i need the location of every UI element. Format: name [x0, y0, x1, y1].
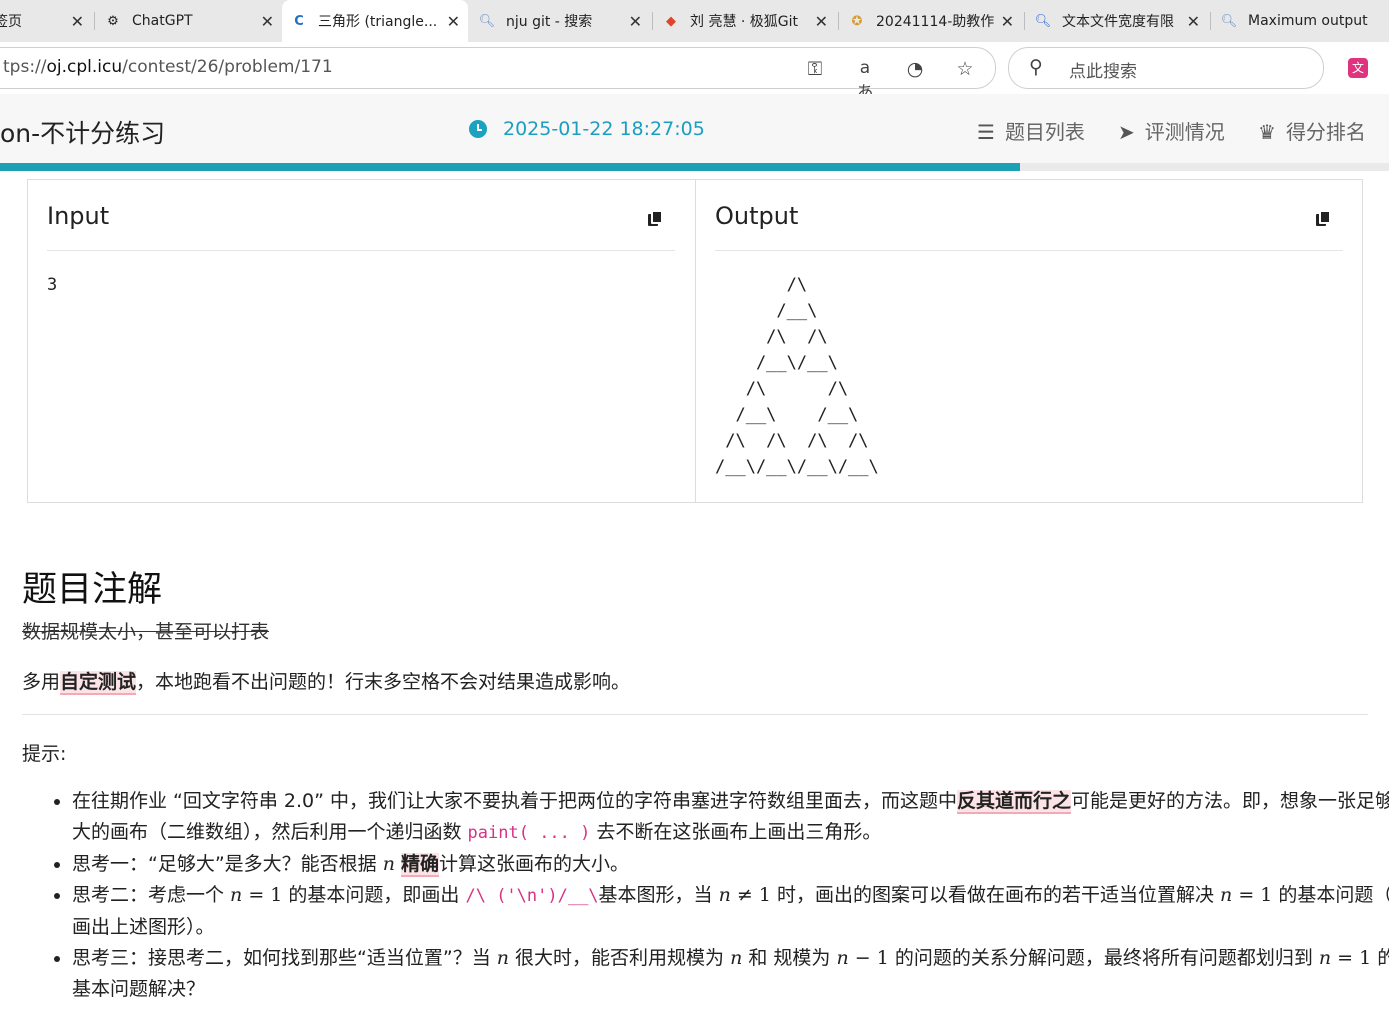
trophy-icon: ♛ — [1258, 120, 1276, 144]
oj-icon: C — [294, 13, 304, 29]
edge-icon[interactable]: ◔ — [903, 58, 927, 80]
tab-triangle[interactable]: C 三角形 (triangle... ✕ — [282, 0, 468, 42]
sample-io: Input 3 Output /\ /__\ /\ /\ /__\/__\ /\… — [27, 179, 1363, 503]
address-bar-row: tps://oj.cpl.icu/contest/26/problem/171 … — [0, 42, 1389, 103]
search-icon: 🔍︎ — [1034, 13, 1052, 29]
search-box[interactable]: ⚲ 点此搜索 — [1008, 47, 1324, 89]
output-title: Output — [715, 202, 799, 230]
tab-title: 签页 — [0, 14, 22, 30]
close-icon[interactable]: ✕ — [261, 12, 274, 31]
tab-title: Maximum output — [1248, 13, 1368, 29]
key-icon[interactable]: ⚿ — [803, 58, 827, 80]
nav-ranking[interactable]: ♛ 得分排名 — [1258, 116, 1366, 145]
search-icon: 🔍︎ — [478, 13, 496, 29]
input-title: Input — [47, 202, 110, 230]
divider — [22, 714, 1368, 715]
chatgpt-icon: ⚙ — [107, 13, 119, 29]
tab-separator — [1024, 12, 1025, 30]
close-icon[interactable]: ✕ — [815, 12, 828, 31]
tab-title: 文本文件宽度有限 — [1062, 14, 1174, 30]
tab-ta-doc[interactable]: ✪ 20241114-助教作 ✕ — [842, 0, 1022, 42]
close-icon[interactable]: ✕ — [71, 12, 84, 31]
contest-time: 2025-01-22 18:27:05 — [503, 118, 705, 140]
favorite-star-icon[interactable]: ☆ — [953, 58, 977, 80]
tab-separator — [1210, 12, 1211, 30]
close-icon[interactable]: ✕ — [1187, 12, 1200, 31]
list-item: 思考三：接思考二，如何找到那些“适当位置”？当 n 很大时，能否利用规模为 n … — [72, 943, 1389, 1005]
tab-separator — [838, 12, 839, 30]
divider — [715, 250, 1343, 251]
copy-icon[interactable] — [1316, 210, 1331, 226]
viewport-bottom-edge — [0, 1014, 1389, 1020]
browser-tab-strip: 签页 ✕ ⚙ ChatGPT ✕ C 三角形 (triangle... ✕ 🔍︎… — [0, 0, 1389, 42]
tab-new-tab[interactable]: 签页 ✕ — [0, 0, 92, 42]
search-icon: ⚲ — [1029, 56, 1043, 78]
tab-title: 三角形 (triangle... — [318, 14, 438, 30]
copy-icon[interactable] — [648, 210, 663, 226]
progress-fill — [0, 163, 1020, 171]
close-icon[interactable]: ✕ — [447, 12, 460, 31]
nav-problem-list[interactable]: ☰ 题目列表 — [977, 116, 1085, 145]
address-bar[interactable]: tps://oj.cpl.icu/contest/26/problem/171 … — [0, 47, 996, 103]
url-text[interactable]: tps://oj.cpl.icu/contest/26/problem/171 — [3, 57, 333, 77]
tab-separator — [652, 12, 653, 30]
medal-icon: ✪ — [851, 13, 863, 29]
sample-output-text: /\ /__\ /\ /\ /__\/__\ /\ /\ /__\ /__\ /… — [715, 275, 879, 477]
divider — [47, 250, 675, 251]
search-placeholder: 点此搜索 — [1069, 62, 1137, 82]
tab-gitlab[interactable]: ◆ 刘 亮慧 · 极狐Git ✕ — [656, 0, 836, 42]
contest-header: on-不计分练习 2025-01-22 18:27:05 ☰ 题目列表 ➤ 评测情况… — [0, 94, 1389, 164]
nav-submissions[interactable]: ➤ 评测情况 — [1118, 116, 1225, 145]
close-icon[interactable]: ✕ — [629, 12, 642, 31]
sample-input-panel: Input 3 — [28, 180, 696, 502]
sample-input-text: 3 — [47, 275, 58, 295]
paper-plane-icon: ➤ — [1118, 120, 1135, 144]
tab-chatgpt[interactable]: ⚙ ChatGPT ✕ — [100, 0, 282, 42]
tab-title: 20241114-助教作 — [876, 14, 995, 30]
contest-progress-bar — [0, 163, 1389, 171]
search-icon: 🔍︎ — [1220, 13, 1238, 29]
list-item: 思考一：“足够大”是多大？能否根据 n 精确计算这张画布的大小。 — [72, 849, 1389, 880]
tab-title: nju git - 搜索 — [506, 14, 593, 30]
tab-nju-git-search[interactable]: 🔍︎ nju git - 搜索 ✕ — [470, 0, 650, 42]
translate-extension-icon[interactable]: 文 — [1348, 58, 1368, 78]
contest-title: on-不计分练习 — [0, 119, 166, 148]
list-icon: ☰ — [977, 120, 995, 144]
notes-paragraph: 多用自定测试，本地跑看不出问题的！行末多空格不会对结果造成影响。 — [22, 671, 631, 695]
sample-output-panel: Output /\ /__\ /\ /\ /__\/__\ /\ /\ /__\… — [696, 180, 1362, 502]
close-icon[interactable]: ✕ — [1001, 12, 1014, 31]
tab-title: ChatGPT — [132, 13, 193, 29]
hints-list: 在往期作业 “回文字符串 2.0” 中，我们让大家不要执着于把两位的字符串塞进字… — [22, 786, 1389, 1005]
gitlab-icon: ◆ — [666, 13, 676, 29]
notes-heading: 题目注解 — [22, 570, 163, 610]
tab-title: 刘 亮慧 · 极狐Git — [690, 14, 799, 30]
list-item: 在往期作业 “回文字符串 2.0” 中，我们让大家不要执着于把两位的字符串塞进字… — [72, 786, 1389, 849]
tab-maximum-output[interactable]: 🔍︎ Maximum output — [1214, 0, 1389, 42]
tab-separator — [94, 12, 95, 30]
clock-icon — [469, 120, 487, 138]
tab-text-width-search[interactable]: 🔍︎ 文本文件宽度有限 ✕ — [1028, 0, 1208, 42]
tip-label: 提示: — [22, 743, 67, 765]
struck-note: 数据规模太小，甚至可以打表 — [22, 621, 270, 643]
list-item: 思考二：考虑一个 n = 1 的基本问题，即画出 /\ ('\n')/__\基本… — [72, 880, 1389, 943]
